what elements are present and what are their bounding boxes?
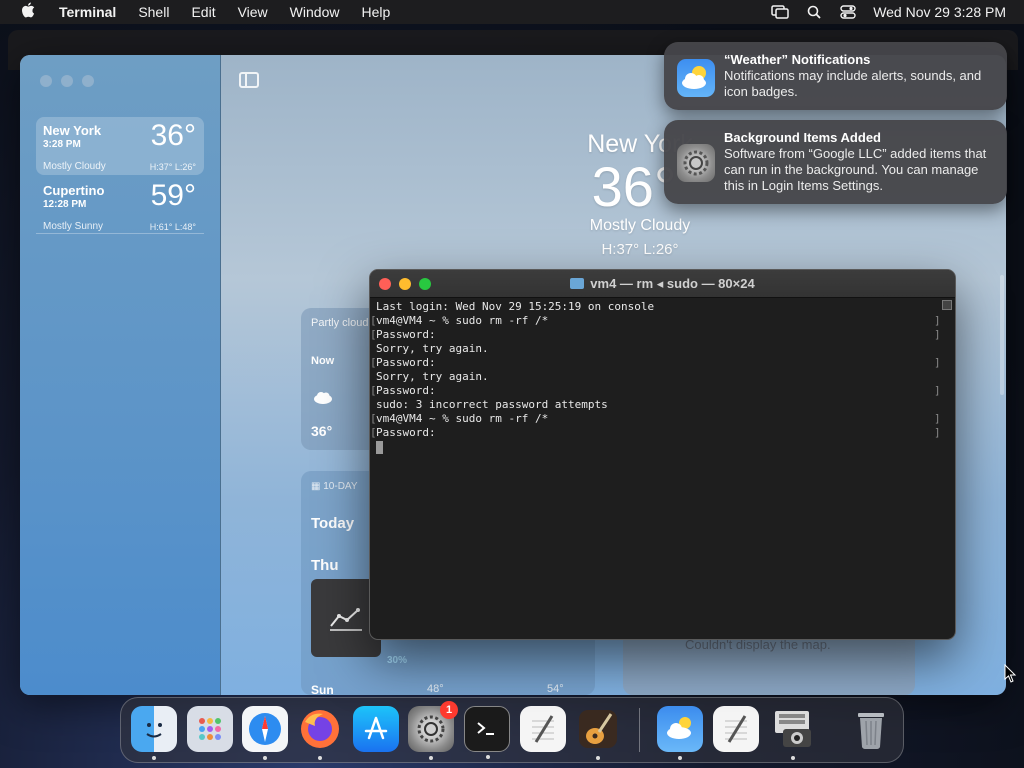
hourly-now-label: Now bbox=[311, 355, 335, 367]
terminal-line: Sorry, try again. bbox=[376, 370, 489, 383]
forecast-today: Today bbox=[311, 515, 355, 532]
terminal-window-controls bbox=[379, 278, 431, 290]
forecast-low: 48° bbox=[427, 683, 444, 695]
city-card-cupertino[interactable]: Cupertino 12:28 PM 59° Mostly Sunny H:61… bbox=[36, 177, 204, 235]
finder-icon[interactable] bbox=[131, 706, 177, 760]
terminal-line: Sorry, try again. bbox=[376, 342, 489, 355]
minimize-button[interactable] bbox=[399, 278, 411, 290]
menu-help[interactable]: Help bbox=[350, 0, 401, 24]
weather-icon[interactable] bbox=[657, 706, 703, 760]
city-condition: Mostly Cloudy bbox=[43, 161, 106, 172]
dock: 1 bbox=[120, 697, 904, 763]
calendar-icon: ▦ bbox=[311, 481, 324, 492]
forecast-thu: Thu bbox=[311, 557, 339, 574]
textedit-icon[interactable] bbox=[520, 706, 566, 752]
terminal-line: vm4@VM4 ~ % sudo rm -rf /* bbox=[370, 314, 949, 328]
terminal-line: Last login: Wed Nov 29 15:25:19 on conso… bbox=[376, 300, 655, 313]
text-cursor bbox=[376, 440, 383, 454]
city-high-low: H:37° L:26° bbox=[149, 162, 196, 172]
dock-separator bbox=[639, 708, 640, 752]
menu-bar-clock[interactable]: Wed Nov 29 3:28 PM bbox=[865, 4, 1024, 20]
folder-icon bbox=[570, 278, 585, 289]
weather-scrollbar[interactable] bbox=[1000, 275, 1004, 395]
line-chart-icon bbox=[330, 608, 362, 631]
screen-mirroring-icon[interactable] bbox=[763, 0, 797, 24]
terminal-line: vm4@VM4 ~ % sudo rm -rf /* bbox=[370, 412, 949, 426]
weather-app-icon bbox=[677, 59, 715, 97]
menu-app-name[interactable]: Terminal bbox=[48, 0, 127, 24]
weather-notification[interactable]: “Weather” Notifications Notifications ma… bbox=[664, 42, 1007, 110]
city-temp: 59° bbox=[150, 179, 196, 212]
weather-close-button[interactable] bbox=[40, 75, 52, 87]
garageband-icon[interactable] bbox=[575, 706, 621, 760]
menu-edit[interactable]: Edit bbox=[180, 0, 226, 24]
image-capture-icon[interactable] bbox=[770, 706, 816, 760]
terminal-cursor-line bbox=[376, 440, 949, 454]
terminal-title: vm4 — rm ◂ sudo — 80×24 bbox=[570, 275, 755, 292]
sidebar-toggle-icon[interactable] bbox=[239, 72, 259, 88]
precip-chance: 30% bbox=[387, 655, 408, 666]
weather-zoom-button[interactable] bbox=[82, 75, 94, 87]
city-condition: Mostly Sunny bbox=[43, 221, 104, 232]
app-store-icon[interactable] bbox=[353, 706, 399, 752]
menu-view[interactable]: View bbox=[227, 0, 279, 24]
terminal-line: sudo: 3 incorrect password attempts bbox=[376, 398, 608, 411]
notification-title: “Weather” Notifications bbox=[724, 52, 871, 67]
background-items-notification[interactable]: Background Items Added Software from “Go… bbox=[664, 120, 1007, 204]
forecast-high: 54° bbox=[547, 683, 564, 695]
terminal-line: Password: bbox=[370, 356, 949, 370]
terminal-content[interactable]: Last login: Wed Nov 29 15:25:19 on conso… bbox=[370, 298, 955, 456]
hourly-now-temp: 36° bbox=[311, 423, 333, 439]
main-city-high-low: H:37° L:26° bbox=[601, 241, 679, 258]
terminal-window: vm4 — rm ◂ sudo — 80×24 Last login: Wed … bbox=[369, 269, 956, 640]
terminal-icon[interactable] bbox=[464, 706, 510, 759]
zoom-button[interactable] bbox=[419, 278, 431, 290]
firefox-icon[interactable] bbox=[297, 706, 343, 760]
notification-title: Background Items Added bbox=[724, 130, 881, 145]
notification-badge: 1 bbox=[440, 701, 458, 719]
weather-sidebar: New York 3:28 PM 36° Mostly Cloudy H:37°… bbox=[20, 55, 221, 695]
mouse-pointer-icon bbox=[1004, 663, 1018, 689]
close-button[interactable] bbox=[379, 278, 391, 290]
menu-bar: Terminal Shell Edit View Window Help Wed… bbox=[0, 0, 1024, 24]
terminal-title-text: vm4 — rm ◂ sudo — 80×24 bbox=[590, 275, 755, 291]
trash-icon[interactable] bbox=[848, 706, 894, 752]
textedit-icon[interactable] bbox=[713, 706, 759, 752]
launchpad-icon[interactable] bbox=[187, 706, 233, 752]
menu-window[interactable]: Window bbox=[279, 0, 351, 24]
city-temp: 36° bbox=[150, 119, 196, 152]
city-high-low: H:61° L:48° bbox=[149, 222, 196, 232]
terminal-line: Password: bbox=[370, 328, 949, 342]
notification-body: Notifications may include alerts, sounds… bbox=[724, 68, 982, 99]
control-center-icon[interactable] bbox=[831, 0, 865, 24]
safari-icon[interactable] bbox=[242, 706, 288, 760]
system-settings-icon[interactable]: 1 bbox=[408, 701, 458, 760]
terminal-line: Password: bbox=[370, 426, 949, 440]
city-card-new-york[interactable]: New York 3:28 PM 36° Mostly Cloudy H:37°… bbox=[36, 117, 204, 175]
ten-day-label: 10-DAY bbox=[323, 481, 358, 492]
terminal-line: Password: bbox=[370, 384, 949, 398]
spotlight-search-icon[interactable] bbox=[797, 0, 831, 24]
forecast-sun: Sun bbox=[311, 683, 334, 695]
terminal-titlebar[interactable]: vm4 — rm ◂ sudo — 80×24 bbox=[370, 270, 955, 298]
weather-minimize-button[interactable] bbox=[61, 75, 73, 87]
apple-menu-icon[interactable] bbox=[8, 2, 48, 22]
system-settings-icon bbox=[677, 144, 715, 182]
main-city-condition: Mostly Cloudy bbox=[589, 217, 691, 234]
cloud-icon bbox=[313, 388, 333, 409]
weather-window-controls[interactable] bbox=[40, 75, 94, 87]
notification-body: Software from “Google LLC” added items t… bbox=[724, 146, 987, 193]
menu-shell[interactable]: Shell bbox=[127, 0, 180, 24]
city-divider bbox=[36, 233, 204, 234]
